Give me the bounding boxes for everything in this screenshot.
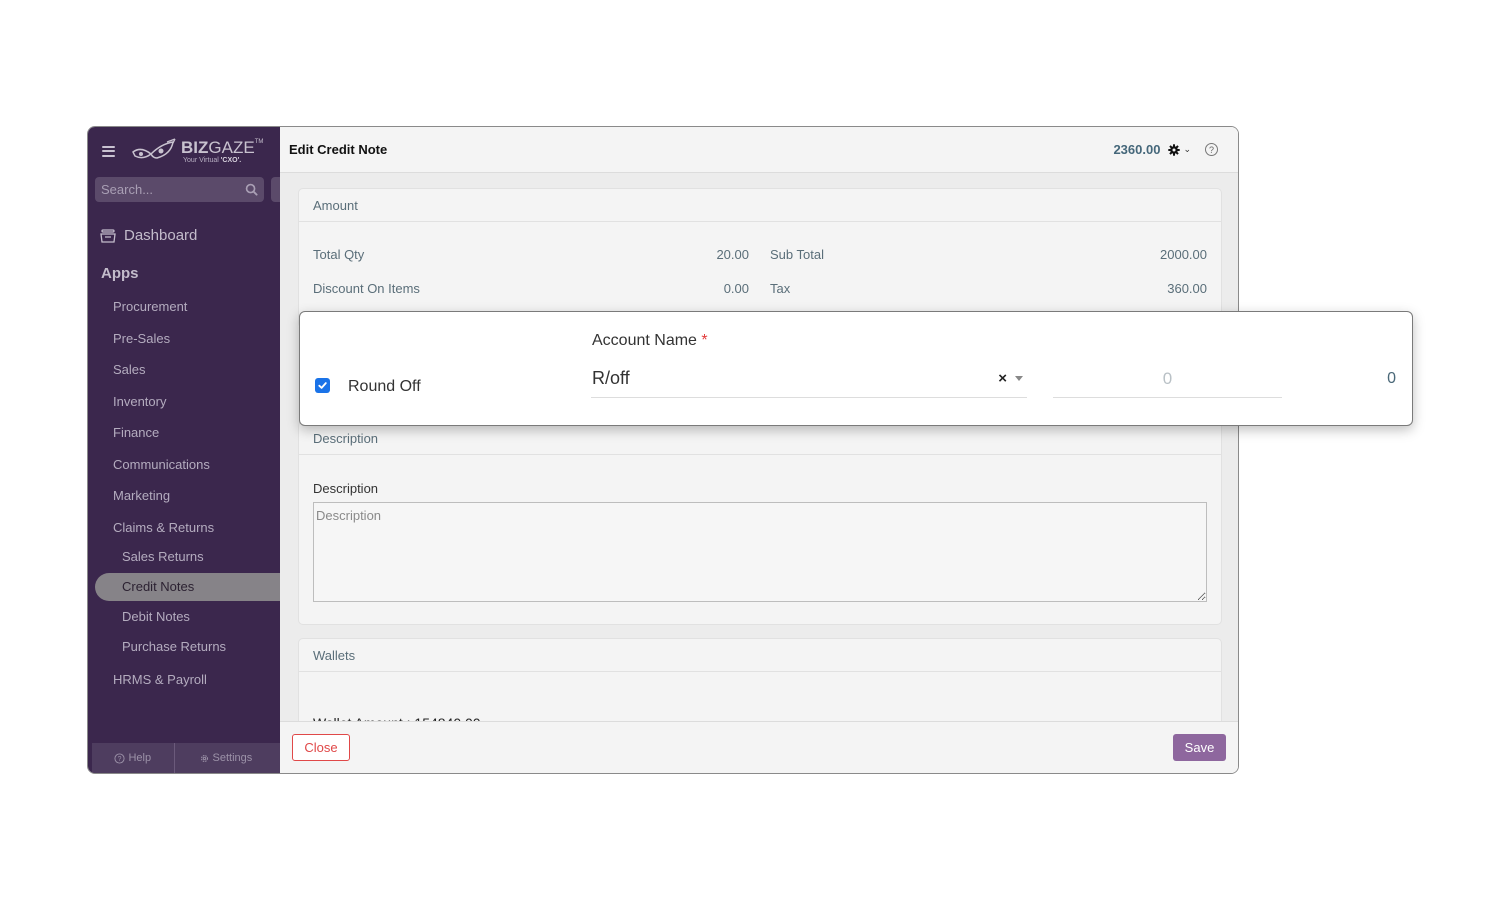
sub-total-value: 2000.00 xyxy=(1160,247,1207,262)
amount-card: Amount Total Qty 20.00 Discount On Items… xyxy=(298,188,1222,328)
app-window: BIZGAZETM Your Virtual 'CXO'. Search... … xyxy=(87,126,1239,774)
sidebar-item-sales[interactable]: Sales xyxy=(113,362,146,377)
svg-text:?: ? xyxy=(118,755,122,762)
dashboard-icon xyxy=(100,228,116,243)
page-title: Edit Credit Note xyxy=(289,142,388,157)
sidebar-item-hrms-payroll[interactable]: HRMS & Payroll xyxy=(113,672,207,687)
logo-eyes-icon xyxy=(132,138,176,159)
sidebar-item-purchase-returns[interactable]: Purchase Returns xyxy=(122,639,226,654)
logo-wordmark: BIZGAZETM xyxy=(181,137,264,157)
dashboard-label: Dashboard xyxy=(124,227,198,244)
sidebar-item-sales-returns[interactable]: Sales Returns xyxy=(122,549,204,564)
settings-button[interactable]: Settings xyxy=(173,743,281,773)
tax-label: Tax xyxy=(770,281,791,296)
description-field-label: Description xyxy=(313,481,379,496)
panel-header: Edit Credit Note 2360.00 ⌄ ? xyxy=(280,127,1238,173)
caret-down-icon[interactable] xyxy=(1015,376,1023,381)
round-off-checkbox[interactable] xyxy=(315,378,330,393)
settings-dropdown[interactable]: ⌄ xyxy=(1168,143,1191,156)
required-mark: * xyxy=(701,332,708,349)
total-qty-label: Total Qty xyxy=(313,247,365,262)
sidebar-item-marketing[interactable]: Marketing xyxy=(113,488,170,503)
account-name-select[interactable]: R/off × xyxy=(591,360,1027,398)
sidebar-item-dashboard[interactable]: Dashboard xyxy=(100,227,197,244)
help-circle-icon[interactable]: ? xyxy=(1205,143,1218,156)
sub-total-label: Sub Total xyxy=(770,247,824,262)
gear-icon xyxy=(1168,143,1181,156)
apps-heading: Apps xyxy=(101,265,139,282)
close-button[interactable]: Close xyxy=(292,734,350,761)
save-button[interactable]: Save xyxy=(1173,734,1226,761)
round-off-result-value: 0 xyxy=(1387,370,1396,387)
sidebar-item-communications[interactable]: Communications xyxy=(113,457,210,472)
wallets-card-title: Wallets xyxy=(299,639,1221,672)
search-icon[interactable] xyxy=(245,183,258,196)
discount-value: 0.00 xyxy=(723,281,749,296)
description-textarea[interactable] xyxy=(313,502,1207,602)
clear-icon[interactable]: × xyxy=(998,370,1007,387)
sidebar: BIZGAZETM Your Virtual 'CXO'. Search... … xyxy=(88,127,295,773)
edit-credit-note-panel: Edit Credit Note 2360.00 ⌄ ? Amount Tota… xyxy=(280,127,1238,773)
description-card: Description Description xyxy=(298,421,1222,625)
tax-value: 360.00 xyxy=(1167,281,1207,296)
settings-label: Settings xyxy=(212,752,253,764)
checkmark-icon xyxy=(318,382,327,389)
sidebar-item-debit-notes[interactable]: Debit Notes xyxy=(122,609,190,624)
chevron-down-icon: ⌄ xyxy=(1183,144,1191,154)
sidebar-item-claims-returns[interactable]: Claims & Returns xyxy=(113,520,214,535)
sidebar-item-finance[interactable]: Finance xyxy=(113,425,159,440)
sidebar-top: BIZGAZETM Your Virtual 'CXO'. xyxy=(88,127,280,175)
round-off-label: Round Off xyxy=(348,378,421,395)
bizgaze-logo[interactable]: BIZGAZETM Your Virtual 'CXO'. xyxy=(131,138,263,164)
account-name-label: Account Name * xyxy=(592,332,708,349)
sidebar-footer: ? Help Settings xyxy=(92,743,280,773)
discount-label: Discount On Items xyxy=(313,281,420,296)
hamburger-menu-icon[interactable] xyxy=(102,145,115,157)
help-label: Help xyxy=(128,752,152,764)
sidebar-item-credit-notes[interactable]: Credit Notes xyxy=(95,573,295,601)
search-placeholder: Search... xyxy=(101,182,154,197)
amount-card-title: Amount xyxy=(299,189,1221,222)
help-icon: ? xyxy=(114,752,125,764)
account-name-value: R/off xyxy=(592,368,630,388)
sidebar-item-pre-sales[interactable]: Pre-Sales xyxy=(113,331,170,346)
settings-gear-icon xyxy=(200,754,208,762)
sidebar-search-input[interactable]: Search... xyxy=(95,177,264,202)
sidebar-item-procurement[interactable]: Procurement xyxy=(113,299,187,314)
total-qty-value: 20.00 xyxy=(716,247,749,262)
description-card-title: Description xyxy=(299,422,1221,455)
panel-footer: Close Save xyxy=(280,721,1238,773)
header-total: 2360.00 xyxy=(1113,142,1161,157)
help-button[interactable]: ? Help xyxy=(92,743,174,773)
sidebar-item-inventory[interactable]: Inventory xyxy=(113,394,166,409)
round-off-amount-input[interactable] xyxy=(1053,360,1282,398)
logo-tagline: Your Virtual 'CXO'. xyxy=(183,156,242,164)
round-off-row: Round Off Account Name * R/off × 0 xyxy=(299,311,1413,426)
